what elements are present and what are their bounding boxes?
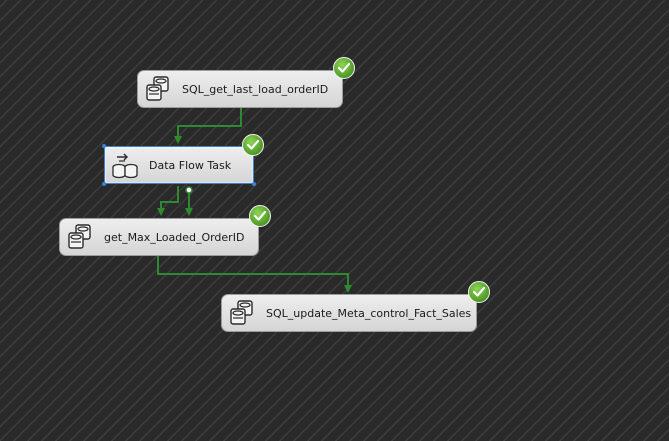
data-flow-icon <box>112 153 138 179</box>
task-label: Data Flow Task <box>149 158 232 172</box>
execute-sql-icon <box>146 76 169 101</box>
selection-handle[interactable] <box>102 144 106 148</box>
selection-handle[interactable] <box>252 182 256 186</box>
task-sql-update-meta-control-fact-sales[interactable]: SQL_update_Meta_control_Fact_Sales <box>221 294 477 332</box>
constraint-dataflow-to-getmax[interactable] <box>157 186 179 216</box>
constraint-sql-to-dataflow[interactable] <box>174 108 242 144</box>
task-get-max-loaded-orderid[interactable]: get_Max_Loaded_OrderID <box>59 218 259 256</box>
task-sql-get-last-load-orderid[interactable]: SQL_get_last_load_orderID <box>137 70 343 108</box>
task-label: SQL_get_last_load_orderID <box>182 82 329 96</box>
success-check-icon <box>468 281 490 303</box>
output-path-start-dot <box>185 186 193 194</box>
success-check-icon <box>333 57 355 79</box>
task-data-flow[interactable]: Data Flow Task <box>102 144 256 186</box>
task-label: get_Max_Loaded_OrderID <box>104 230 245 244</box>
task-label: SQL_update_Meta_control_Fact_Sales <box>266 306 472 320</box>
constraint-getmax-to-update[interactable] <box>157 256 352 293</box>
success-check-icon <box>249 205 271 227</box>
execute-sql-icon <box>230 300 253 325</box>
selection-handle[interactable] <box>102 182 106 186</box>
success-check-icon <box>242 134 264 156</box>
execute-sql-icon <box>68 224 91 249</box>
